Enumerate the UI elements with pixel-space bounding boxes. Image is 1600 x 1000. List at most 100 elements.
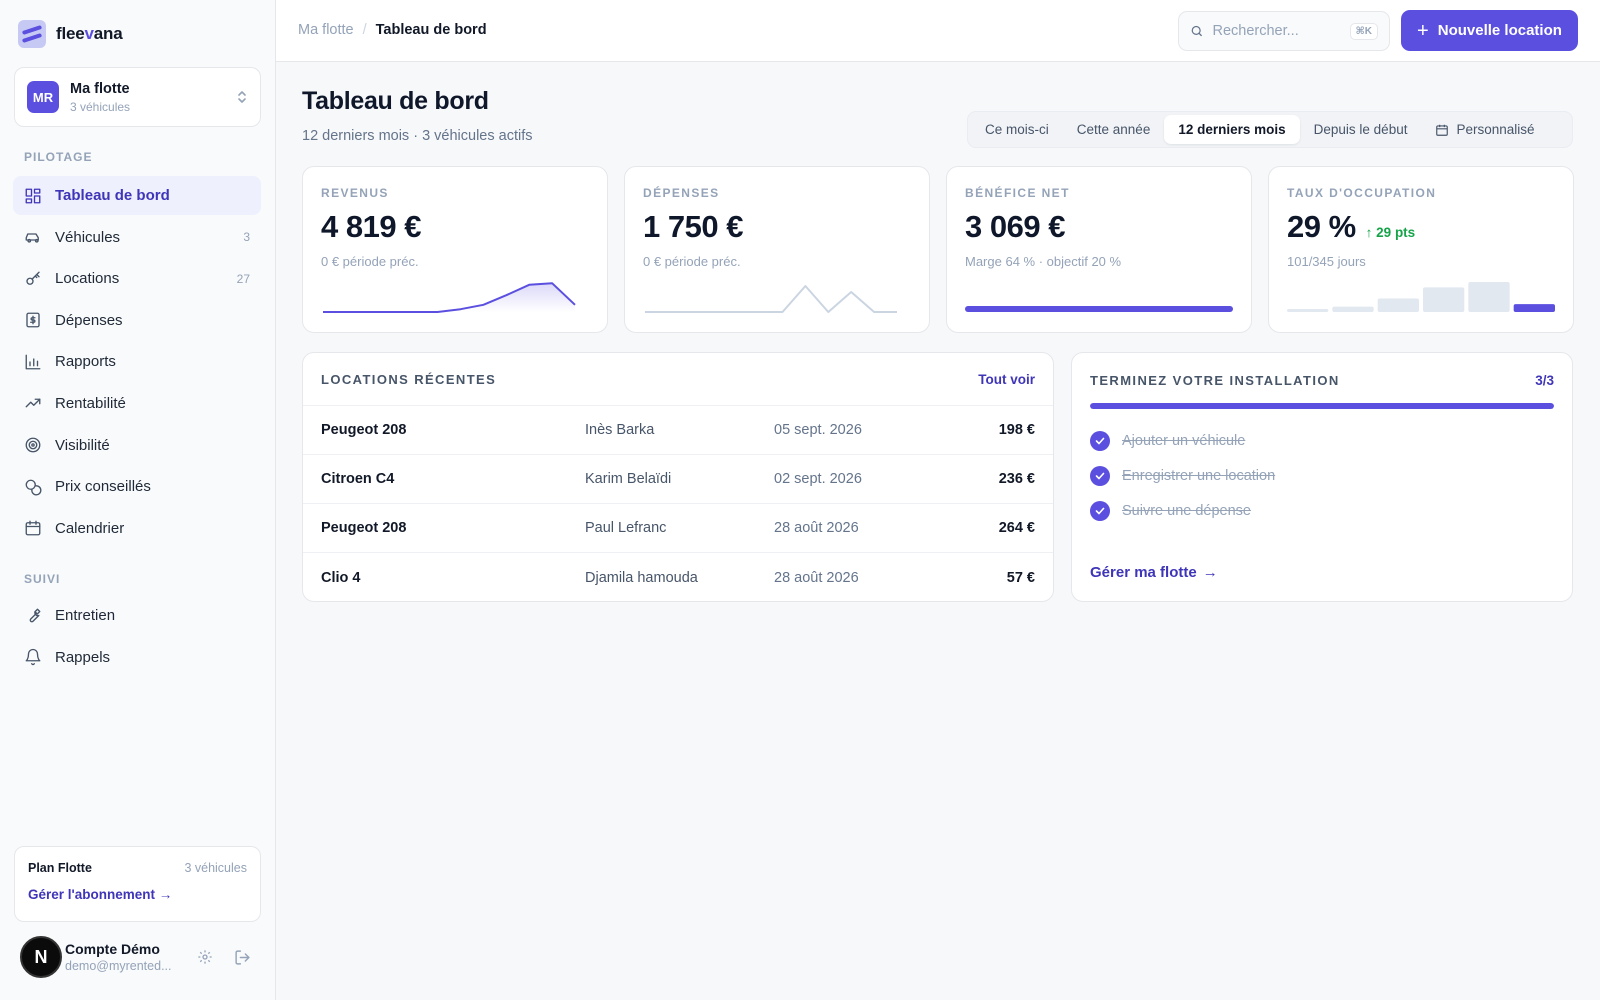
manage-fleet-label: Gérer ma flotte xyxy=(1090,564,1197,581)
period-option-1[interactable]: Cette année xyxy=(1063,115,1165,144)
checklist-item[interactable]: Suivre une dépense xyxy=(1090,493,1554,528)
bell-icon xyxy=(25,648,41,666)
period-option-0[interactable]: Ce mois-ci xyxy=(971,115,1063,144)
sidebar-item-icon xyxy=(24,478,42,496)
sidebar-item-label: Tableau de bord xyxy=(55,187,170,204)
rental-car: Clio 4 xyxy=(321,569,361,586)
breadcrumb-parent[interactable]: Ma flotte xyxy=(298,22,354,38)
check-circle-icon xyxy=(1090,430,1110,451)
plan-vehicle-count: 3 véhicules xyxy=(184,861,247,875)
kpi-sparkline xyxy=(965,306,1233,312)
page-title: Tableau de bord xyxy=(302,87,489,115)
table-row[interactable]: Peugeot 208 Paul Lefranc 28 août 2026 264 € xyxy=(303,504,1053,553)
sidebar-item-icon xyxy=(24,187,42,205)
sidebar-item-rappels[interactable]: Rappels xyxy=(13,638,261,677)
search-shortcut-badge: ⌘K xyxy=(1349,22,1378,40)
logout-icon xyxy=(234,949,250,965)
see-all-link[interactable]: Tout voir xyxy=(978,372,1035,387)
key-icon xyxy=(26,271,40,285)
checklist-item[interactable]: Ajouter un véhicule xyxy=(1090,423,1554,458)
occupancy-bar-3 xyxy=(1423,287,1465,312)
arrow-right-icon: → xyxy=(1202,564,1218,581)
brand-logo-icon xyxy=(18,20,46,48)
logout-button[interactable] xyxy=(229,944,255,970)
sidebar-item-count: 3 xyxy=(243,230,250,245)
sparkline-area xyxy=(323,283,575,312)
sidebar-item-count: 27 xyxy=(236,271,250,286)
period-option-2[interactable]: 12 derniers mois xyxy=(1164,115,1300,144)
brand[interactable]: fleevana xyxy=(18,20,123,48)
checklist-item-label: Suivre une dépense xyxy=(1122,502,1251,519)
search-input[interactable] xyxy=(1212,23,1341,39)
sidebar-item-label: Rappels xyxy=(55,648,111,666)
period-selector: Ce mois-ci Cette année 12 derniers mois Dep… xyxy=(967,111,1573,148)
occupancy-bar-0 xyxy=(1287,309,1329,312)
coins-icon xyxy=(25,479,42,496)
sidebar-item-depenses[interactable]: Dépenses xyxy=(13,301,261,340)
period-option-label: Ce mois-ci xyxy=(985,122,1049,137)
sidebar-item-rapports[interactable]: Rapports xyxy=(13,342,261,381)
breadcrumb: Ma flotte / Tableau de bord xyxy=(298,22,487,38)
sparkline-line xyxy=(645,285,897,313)
sidebar-item-locations[interactable]: Locations 27 xyxy=(13,259,261,298)
occupancy-bar-2 xyxy=(1377,298,1419,312)
sidebar-item-prix-conseilles[interactable]: Prix conseillés xyxy=(13,467,261,506)
period-option-label: Cette année xyxy=(1076,122,1151,137)
brand-name: fleevana xyxy=(56,24,123,43)
kpi-subtext: Marge 64 % · objectif 20 % xyxy=(965,254,1122,269)
sidebar-item-icon xyxy=(24,353,42,371)
page-subtitle: 12 derniers mois · 3 véhicules actifs xyxy=(302,128,533,144)
checklist-item-label: Enregistrer une location xyxy=(1122,467,1276,484)
dashboard-icon xyxy=(25,188,41,203)
rental-client: Paul Lefranc xyxy=(585,520,667,536)
kpi-card-1: DÉPENSES 1 750 € 0 € période préc. xyxy=(624,166,930,333)
rental-amount: 57 € xyxy=(1006,569,1035,586)
table-row[interactable]: Clio 4 Djamila hamouda 28 août 2026 57 € xyxy=(303,553,1053,602)
target-icon xyxy=(25,437,41,453)
main-content: Ma flotte / Tableau de bord ⌘K + Nouvell… xyxy=(276,0,1600,1000)
kpi-value: 3 069 € xyxy=(965,209,1065,244)
trending-up-icon xyxy=(25,399,41,408)
margin-progress-fill xyxy=(965,306,1233,312)
sidebar-item-label: Rapports xyxy=(55,353,116,371)
rental-car: Peugeot 208 xyxy=(321,422,407,438)
settings-button[interactable] xyxy=(192,944,218,970)
period-option-3[interactable]: Depuis le début xyxy=(1300,115,1422,144)
new-rental-button[interactable]: + Nouvelle location xyxy=(1401,10,1578,51)
kpi-row: REVENUS 4 819 € 0 € période préc. DÉPENSES 1… xyxy=(302,166,1574,333)
search-box[interactable]: ⌘K xyxy=(1178,11,1390,51)
checklist-item[interactable]: Enregistrer une location xyxy=(1090,458,1554,493)
checklist-item-label: Ajouter un véhicule xyxy=(1122,432,1246,449)
sidebar-item-rentabilite[interactable]: Rentabilité xyxy=(13,384,261,423)
fleet-switcher[interactable]: MR Ma flotte 3 véhicules xyxy=(14,67,261,127)
sidebar-item-visibilite[interactable]: Visibilité xyxy=(13,426,261,465)
section-label-suivi: SUIVI xyxy=(24,572,61,586)
period-option-label: 12 derniers mois xyxy=(1178,122,1286,137)
calendar-icon xyxy=(25,520,41,536)
kpi-delta: ↑ 29 pts xyxy=(1365,225,1416,240)
rental-date: 28 août 2026 xyxy=(774,569,859,586)
search-icon xyxy=(1191,25,1202,37)
gear-icon xyxy=(198,950,212,964)
sidebar-item-calendrier[interactable]: Calendrier xyxy=(13,509,261,548)
sidebar-item-tableau-de-bord[interactable]: Tableau de bord xyxy=(13,176,261,215)
period-option-4[interactable]: Personnalisé xyxy=(1421,115,1548,144)
topbar: Ma flotte / Tableau de bord ⌘K + Nouvell… xyxy=(276,0,1600,62)
table-row[interactable]: Citroen C4 Karim Belaïdi 02 sept. 2026 236 … xyxy=(303,455,1053,504)
avatar[interactable]: N xyxy=(20,936,62,978)
kpi-card-3: TAUX D'OCCUPATION 29 % ↑ 29 pts 101/345 jou… xyxy=(1268,166,1574,333)
manage-subscription-link[interactable]: Gérer l'abonnement → xyxy=(28,887,247,902)
sidebar-item-entretien[interactable]: Entretien xyxy=(13,596,261,635)
account: N Compte Démo demo@myrented... xyxy=(20,936,260,978)
fleet-vehicle-count: 3 véhicules xyxy=(70,99,131,114)
wrench-icon xyxy=(29,608,41,622)
fleet-name: Ma flotte xyxy=(70,80,130,97)
kpi-card-0: REVENUS 4 819 € 0 € période préc. xyxy=(302,166,608,333)
sidebar-item-icon xyxy=(24,228,42,246)
sidebar-item-icon xyxy=(24,648,42,666)
kpi-label: DÉPENSES xyxy=(643,186,720,200)
manage-fleet-link[interactable]: Gérer ma flotte → xyxy=(1090,564,1218,581)
table-row[interactable]: Peugeot 208 Inès Barka 05 sept. 2026 198 € xyxy=(303,406,1053,455)
sidebar-item-icon xyxy=(24,270,42,288)
sidebar-item-vehicules[interactable]: Véhicules 3 xyxy=(13,218,261,257)
